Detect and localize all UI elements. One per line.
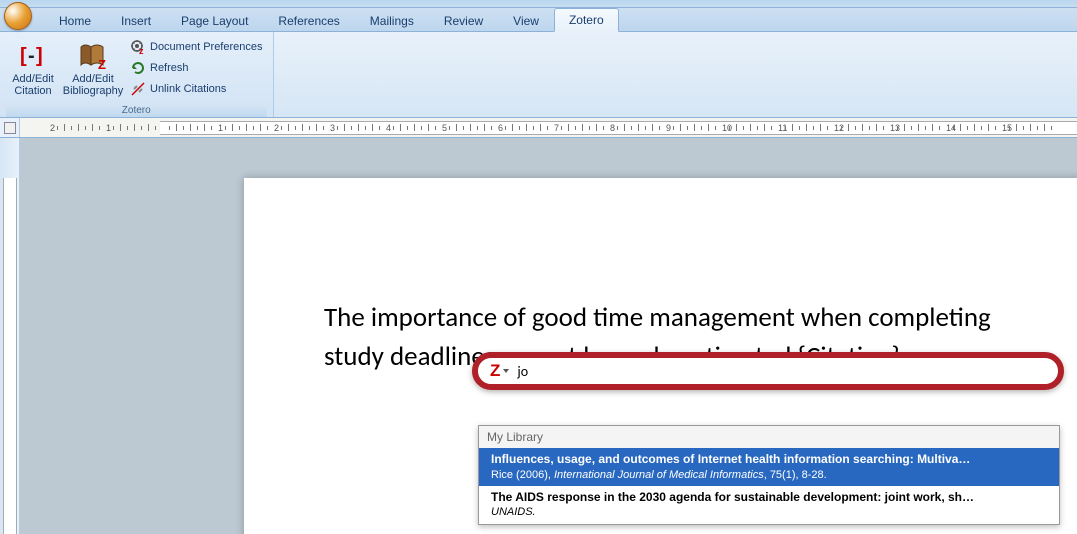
svg-text:]: ] (36, 45, 43, 67)
add-edit-bibliography-button[interactable]: Z Add/Edit Bibliography (66, 35, 120, 99)
zotero-result-meta: UNAIDS. (491, 505, 1047, 519)
tab-home[interactable]: Home (44, 9, 106, 32)
ruler-tick: 13 (890, 118, 900, 137)
ruler-tick: 10 (722, 118, 732, 137)
ruler-tick: 4 (386, 118, 391, 137)
tab-zotero[interactable]: Zotero (554, 8, 619, 32)
svg-text:z: z (139, 46, 144, 55)
unlink-citations-button[interactable]: Unlink Citations (126, 79, 267, 99)
zotero-result-meta: Rice (2006), International Journal of Me… (491, 468, 1047, 482)
ruler-tick: 1 (218, 118, 223, 137)
svg-text:-: - (28, 45, 35, 67)
ruler-tick: 2 (274, 118, 279, 137)
zotero-result-title: Influences, usage, and outcomes of Inter… (491, 452, 1047, 468)
ruler-tick: 14 (946, 118, 956, 137)
vertical-ruler[interactable] (0, 138, 20, 534)
ruler-corner (0, 118, 20, 137)
dropdown-arrow-icon[interactable] (503, 369, 509, 373)
citation-icon: [-] (17, 39, 49, 71)
ruler-tick: 7 (554, 118, 559, 137)
office-button[interactable] (4, 2, 32, 30)
ruler-tick: 1 (106, 118, 111, 137)
document-preferences-button[interactable]: z Document Preferences (126, 37, 267, 57)
ruler-tick: 15 (1002, 118, 1012, 137)
add-edit-citation-button[interactable]: [-] Add/Edit Citation (6, 35, 60, 99)
zotero-result-title: The AIDS response in the 2030 agenda for… (491, 490, 1047, 506)
refresh-button[interactable]: Refresh (126, 58, 267, 78)
ribbon-group-label: Zotero (6, 105, 267, 117)
ribbon: [-] Add/Edit Citation Z Add/Edit Bibliog… (0, 32, 1077, 118)
zotero-results-header: My Library (479, 426, 1059, 448)
gear-icon: z (130, 39, 146, 55)
zotero-logo-icon: Z (490, 361, 500, 381)
tab-insert[interactable]: Insert (106, 9, 166, 32)
unlink-icon (130, 81, 146, 97)
tab-references[interactable]: References (263, 9, 354, 32)
ruler-tick: 3 (330, 118, 335, 137)
zotero-citation-search-bar[interactable]: Z (472, 352, 1064, 390)
zotero-result-item[interactable]: The AIDS response in the 2030 agenda for… (479, 486, 1059, 524)
ribbon-tabs: Home Insert Page Layout References Maili… (0, 8, 1077, 32)
tab-mailings[interactable]: Mailings (355, 9, 429, 32)
tab-view[interactable]: View (498, 9, 554, 32)
zotero-search-input[interactable] (517, 363, 1046, 380)
ribbon-group-zotero: [-] Add/Edit Citation Z Add/Edit Bibliog… (0, 32, 274, 117)
horizontal-ruler[interactable]: 21123456789101112131415 (0, 118, 1077, 138)
ruler-tick: 2 (50, 118, 55, 137)
tab-review[interactable]: Review (429, 9, 498, 32)
zotero-result-item[interactable]: Influences, usage, and outcomes of Inter… (479, 448, 1059, 486)
ruler-tick: 12 (834, 118, 844, 137)
svg-text:[: [ (20, 45, 27, 67)
tab-page-layout[interactable]: Page Layout (166, 9, 263, 32)
refresh-icon (130, 60, 146, 76)
ruler-tick: 8 (610, 118, 615, 137)
ruler-tick: 5 (442, 118, 447, 137)
ruler-tick: 6 (498, 118, 503, 137)
bibliography-icon: Z (77, 39, 109, 71)
svg-text:Z: Z (98, 57, 106, 71)
title-bar (0, 0, 1077, 8)
ruler-tick: 9 (666, 118, 671, 137)
zotero-results-dropdown: My Library Influences, usage, and outcom… (478, 425, 1060, 525)
